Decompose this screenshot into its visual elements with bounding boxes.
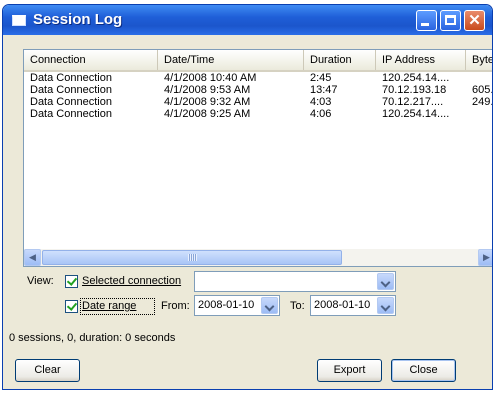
cell-datetime: 4/1/2008 9:53 AM	[164, 84, 251, 96]
date-range-text: Date range	[82, 300, 137, 312]
title-bar[interactable]: Session Log ✕	[3, 5, 492, 35]
close-icon: ✕	[468, 12, 481, 29]
cell-ip-address: 120.254.14....	[382, 108, 450, 120]
cell-datetime: 4/1/2008 9:25 AM	[164, 108, 251, 120]
cell-ip-address: 70.12.193.18	[382, 84, 447, 96]
close-button[interactable]: Close	[391, 359, 456, 382]
from-date-picker[interactable]: 2008-01-10	[194, 295, 280, 316]
grip-icon	[188, 254, 197, 261]
cell-bytes-received: 605.6	[472, 84, 492, 96]
table-row[interactable]: Data Connection 4/1/2008 9:53 AM 13:47 7…	[24, 84, 492, 96]
to-label: To:	[290, 300, 305, 312]
cell-duration: 2:45	[310, 72, 332, 84]
view-label: View:	[27, 275, 54, 287]
scrollbar-thumb[interactable]	[42, 250, 342, 265]
chevron-down-icon[interactable]	[377, 297, 394, 314]
date-range-checkbox[interactable]	[65, 300, 78, 313]
table-row[interactable]: Data Connection 4/1/2008 10:40 AM 2:45 1…	[24, 72, 492, 84]
table-row[interactable]: Data Connection 4/1/2008 9:32 AM 4:03 70…	[24, 96, 492, 108]
clear-button[interactable]: Clear	[15, 359, 80, 382]
cell-bytes-received: 249.1	[472, 96, 492, 108]
cell-duration: 13:47	[310, 84, 338, 96]
cell-connection: Data Connection	[30, 96, 112, 108]
chevron-down-icon[interactable]	[377, 273, 394, 290]
cell-ip-address: 70.12.217....	[382, 96, 444, 108]
column-header-datetime[interactable]: Date/Time	[158, 50, 304, 70]
cell-connection: Data Connection	[30, 108, 112, 120]
column-header-ip-address[interactable]: IP Address	[376, 50, 466, 70]
list-header: Connection Date/Time Duration IP Address…	[24, 50, 492, 72]
cell-connection: Data Connection	[30, 84, 112, 96]
status-text: 0 sessions, 0, duration: 0 seconds	[9, 332, 176, 344]
selected-connection-text: Selected connection	[82, 275, 182, 287]
date-range-label[interactable]: Date range	[82, 300, 136, 312]
clear-button-label: Clear	[34, 364, 61, 376]
column-header-bytes-received[interactable]: Bytes Re	[466, 50, 492, 70]
selected-connection-dropdown[interactable]	[194, 271, 396, 292]
window-title: Session Log	[33, 11, 123, 28]
to-date-value: 2008-01-10	[314, 299, 371, 311]
scroll-right-icon[interactable]: ▶	[478, 249, 492, 266]
window-icon	[12, 15, 26, 26]
cell-datetime: 4/1/2008 9:32 AM	[164, 96, 251, 108]
horizontal-scrollbar[interactable]: ◀ ▶	[24, 249, 492, 266]
from-date-value: 2008-01-10	[198, 299, 255, 311]
scroll-left-icon[interactable]: ◀	[24, 249, 41, 266]
column-header-connection[interactable]: Connection	[24, 50, 158, 70]
list-rows: Data Connection 4/1/2008 10:40 AM 2:45 1…	[24, 72, 492, 120]
selected-connection-label[interactable]: Selected connection	[82, 275, 181, 287]
from-label: From:	[161, 300, 190, 312]
cell-ip-address: 120.254.14....	[382, 72, 450, 84]
export-button-label: Export	[333, 364, 366, 376]
cell-connection: Data Connection	[30, 72, 112, 84]
cell-datetime: 4/1/2008 10:40 AM	[164, 72, 257, 84]
export-button[interactable]: Export	[317, 359, 382, 382]
cell-duration: 4:06	[310, 108, 332, 120]
maximize-button[interactable]	[440, 10, 461, 31]
minimize-button[interactable]	[416, 10, 437, 31]
to-date-picker[interactable]: 2008-01-10	[310, 295, 396, 316]
column-header-duration[interactable]: Duration	[304, 50, 376, 70]
session-list[interactable]: Connection Date/Time Duration IP Address…	[23, 49, 492, 267]
selected-connection-checkbox[interactable]	[65, 275, 78, 288]
close-button-label: Close	[409, 364, 438, 376]
table-row[interactable]: Data Connection 4/1/2008 9:25 AM 4:06 12…	[24, 108, 492, 120]
cell-duration: 4:03	[310, 96, 332, 108]
session-log-window: Session Log ✕ Connection Date/Time Durat…	[2, 4, 493, 390]
close-window-button[interactable]: ✕	[464, 10, 485, 31]
chevron-down-icon[interactable]	[261, 297, 278, 314]
